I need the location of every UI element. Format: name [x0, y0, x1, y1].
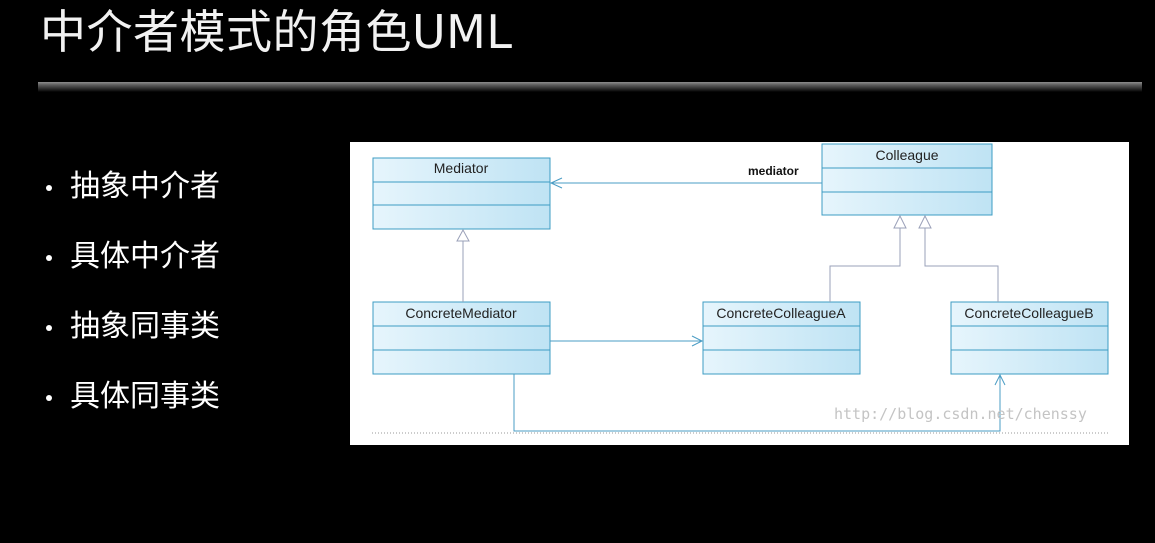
role-label: 具体同事类	[70, 379, 220, 414]
uml-diagram-svg: Mediator Colleague ConcreteMediator Conc…	[372, 143, 1110, 434]
class-name-concrete-mediator: ConcreteMediator	[405, 305, 517, 321]
slide-title: 中介者模式的角色UML	[40, 5, 513, 59]
association-colleague-to-mediator: mediator	[549, 164, 822, 189]
uml-class-concrete-colleague-a: ConcreteColleagueA	[702, 301, 861, 375]
role-item: 具体同事类	[46, 375, 220, 445]
class-name-colleague: Colleague	[875, 147, 938, 163]
association-label: mediator	[748, 164, 799, 178]
uml-diagram-image: Mediator Colleague ConcreteMediator Conc…	[350, 142, 1129, 445]
bullet-dot-icon	[46, 255, 52, 261]
association-mediator-to-colleague-a	[550, 335, 704, 347]
class-name-concrete-colleague-b: ConcreteColleagueB	[964, 305, 1093, 321]
watermark-text: http://blog.csdn.net/chenssy	[834, 405, 1087, 423]
uml-class-concrete-mediator: ConcreteMediator	[372, 301, 551, 375]
bullet-dot-icon	[46, 325, 52, 331]
uml-class-colleague: Colleague	[821, 143, 993, 216]
title-divider	[38, 82, 1142, 92]
role-list: 抽象中介者 具体中介者 抽象同事类 具体同事类	[46, 165, 220, 445]
uml-class-mediator: Mediator	[372, 157, 551, 230]
role-label: 具体中介者	[70, 239, 220, 274]
inheritance-concrete-colleague-b	[918, 214, 999, 302]
bullet-dot-icon	[46, 395, 52, 401]
role-item: 抽象中介者	[46, 165, 220, 235]
bullet-dot-icon	[46, 185, 52, 191]
uml-class-concrete-colleague-b: ConcreteColleagueB	[950, 301, 1109, 375]
role-label: 抽象同事类	[70, 309, 220, 344]
class-name-concrete-colleague-a: ConcreteColleagueA	[716, 305, 846, 321]
role-item: 具体中介者	[46, 235, 220, 305]
inheritance-concrete-colleague-a	[829, 214, 907, 302]
role-label: 抽象中介者	[70, 169, 220, 204]
role-item: 抽象同事类	[46, 305, 220, 375]
class-name-mediator: Mediator	[434, 160, 489, 176]
inheritance-concrete-mediator	[456, 228, 470, 302]
